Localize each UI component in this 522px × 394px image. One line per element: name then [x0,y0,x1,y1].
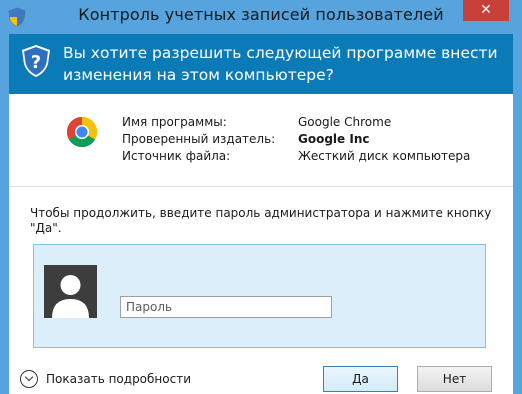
help-shield-icon: ? [22,45,50,77]
chevron-down-icon[interactable] [20,370,38,388]
program-name-value: Google Chrome [298,115,392,129]
dialog-content: Имя программы: Google Chrome Проверенный… [9,94,513,394]
file-source-label: Источник файла: [122,149,231,163]
admin-prompt: Чтобы продолжить, введите пароль админис… [30,206,492,235]
show-details-label[interactable]: Показать подробности [46,372,191,386]
program-name-label: Имя программы: [122,115,227,129]
yes-button[interactable]: Да [323,366,398,392]
question-banner: ? Вы хотите разрешить следующей программ… [9,34,513,94]
publisher-value: Google Inc [298,132,370,146]
user-avatar-icon [44,265,97,318]
publisher-label: Проверенный издатель: [122,132,276,146]
no-button[interactable]: Нет [417,366,492,392]
password-input[interactable] [120,296,332,318]
window-title: Контроль учетных записей пользователей [78,5,444,24]
uac-dialog: Контроль учетных записей пользователей ✕… [0,0,522,394]
svg-text:?: ? [31,52,41,73]
close-button[interactable]: ✕ [463,0,509,21]
title-bar: Контроль учетных записей пользователей ✕ [0,0,522,34]
file-source-value: Жесткий диск компьютера [298,149,471,163]
program-info: Имя программы: Google Chrome Проверенный… [9,94,513,187]
chrome-icon [66,117,98,148]
credential-tile[interactable] [33,244,486,348]
banner-question: Вы хотите разрешить следующей программе … [63,44,498,84]
